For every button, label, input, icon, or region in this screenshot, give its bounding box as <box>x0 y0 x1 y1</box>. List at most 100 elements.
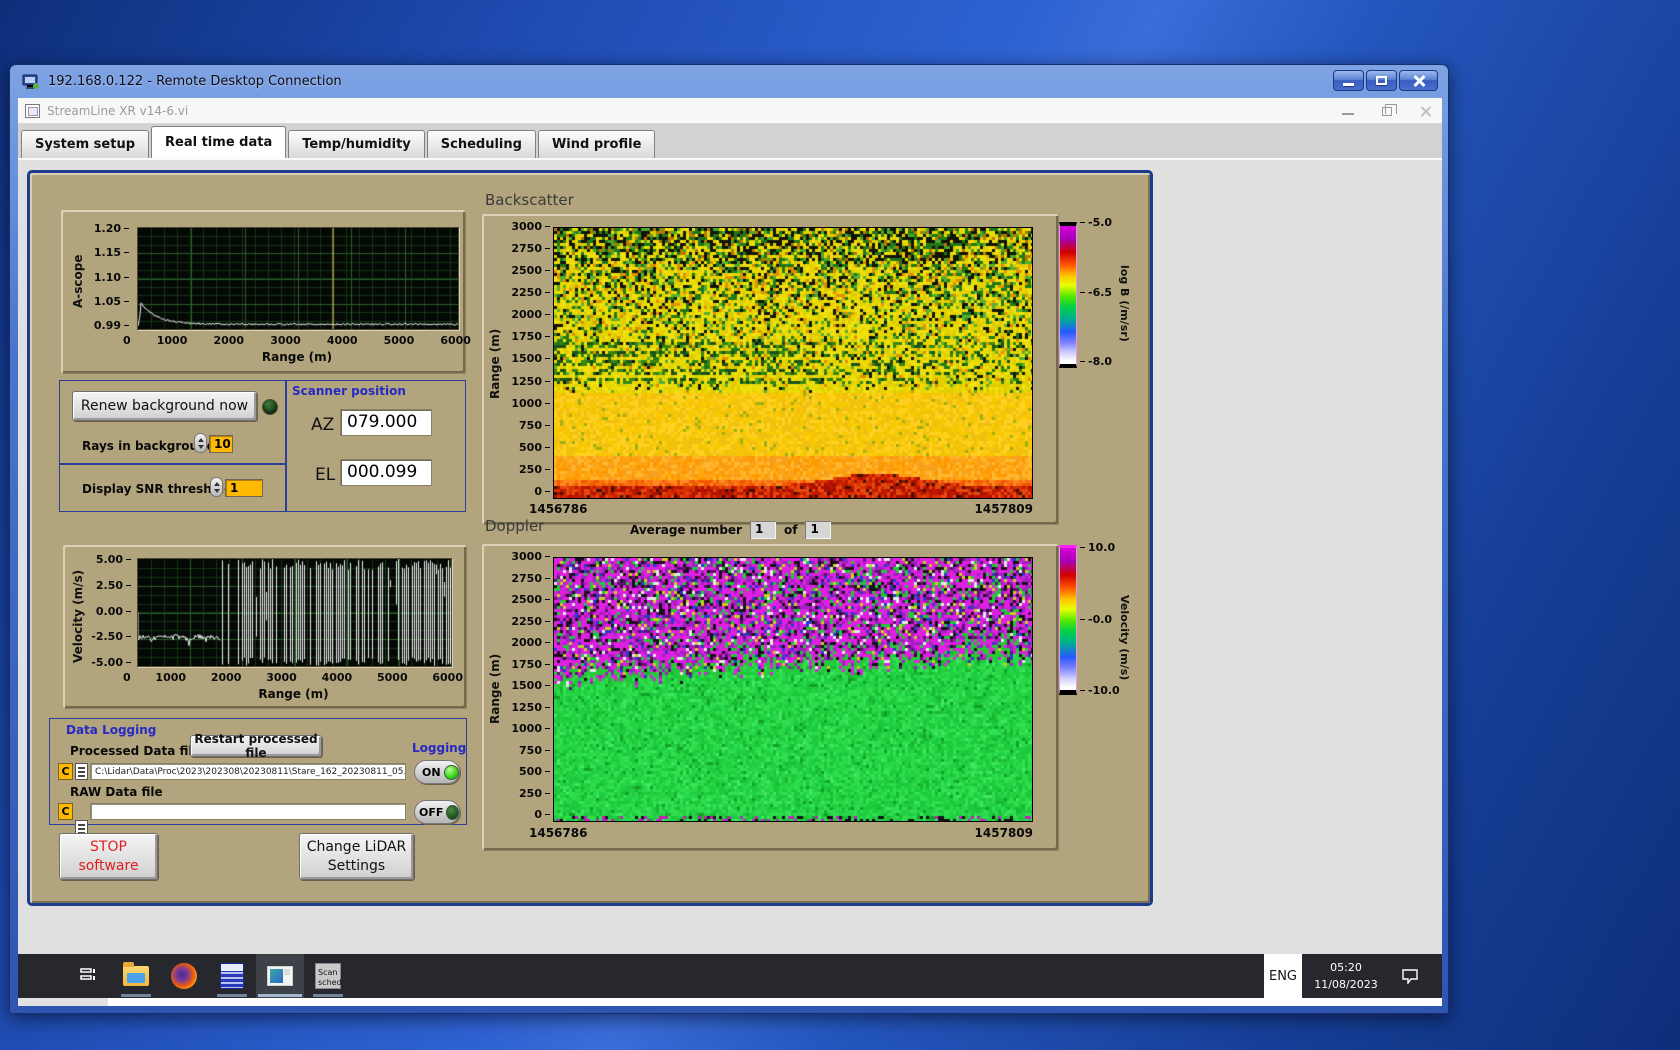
snr-spinner[interactable] <box>210 477 223 497</box>
language-indicator[interactable]: ENG <box>1264 954 1302 998</box>
background-led <box>262 399 278 415</box>
velocity-y-axis-label: Velocity (m/s) <box>71 569 85 663</box>
tick-label: 2000 <box>511 308 550 321</box>
stop-software-button[interactable]: STOP software <box>59 833 158 880</box>
minimize-button[interactable] <box>1333 70 1364 91</box>
tick-label: 2250 <box>511 286 550 299</box>
tick-label: 1750 <box>511 330 550 343</box>
tick-label: 0 <box>534 808 550 821</box>
tick-label: -6.5 <box>1080 286 1112 299</box>
ascope-y-ticks: 1.20 1.15 1.10 1.05 0.99 <box>91 222 129 332</box>
tick-label: 1000 <box>511 722 550 735</box>
ascope-x-axis-label: Range (m) <box>261 350 333 364</box>
processed-path-field[interactable]: C:\Lidar\Data\Proc\2023\202308\20230811\… <box>90 763 406 780</box>
active-window-app-icon <box>267 966 293 986</box>
firefox-icon <box>171 963 197 989</box>
average-number-value[interactable]: 1 <box>749 521 776 539</box>
backscatter-groupbox: Range (m) 3000 2750 2500 2250 2000 1750 1500 12… <box>482 214 1058 524</box>
scan-scheduler-button[interactable]: Scan sched <box>304 954 352 998</box>
rays-value[interactable]: 10 <box>209 435 233 453</box>
app-minimize-icon[interactable] <box>1342 113 1354 115</box>
tick-label: 3000 <box>511 550 550 563</box>
firefox-button[interactable] <box>160 954 208 998</box>
tick-label: 1000 <box>156 334 188 347</box>
restart-processed-file-button[interactable]: Restart processed file <box>190 732 322 760</box>
tick-label: 6000 <box>440 334 471 347</box>
processed-logging-toggle[interactable]: ON <box>414 760 460 784</box>
tick-label: -8.0 <box>1080 355 1112 368</box>
tick-label: 0 <box>123 334 131 347</box>
tick-label: 3000 <box>511 220 550 233</box>
rdp-titlebar[interactable]: 192.168.0.122 - Remote Desktop Connectio… <box>18 65 1440 98</box>
tick-label: 0 <box>534 485 550 498</box>
tab-temp-humidity[interactable]: Temp/humidity <box>288 130 425 158</box>
snr-value[interactable]: 1 <box>225 479 263 497</box>
velocity-canvas <box>138 559 451 666</box>
tick-label: 1.05 <box>94 295 129 308</box>
tick-label: 2750 <box>511 572 550 585</box>
app-close-icon[interactable] <box>1420 105 1432 117</box>
close-button[interactable] <box>1399 70 1438 91</box>
velocity-y-ticks: 5.00 2.50 0.00 -2.50 -5.00 <box>89 553 131 669</box>
scan-scheduler-icon: Scan sched <box>315 963 342 989</box>
tab-strip: System setup Real time data Temp/humidit… <box>18 124 1442 158</box>
rays-spinner[interactable] <box>194 433 207 453</box>
tick-label: 1250 <box>511 701 550 714</box>
maximize-button[interactable] <box>1366 70 1397 91</box>
scanner-position-box: Scanner position AZ 079.000 EL 000.099 <box>286 380 466 512</box>
tick-label: 0 <box>123 671 131 684</box>
clock-time: 05:20 <box>1330 960 1362 974</box>
doppler-colorbar <box>1059 545 1077 695</box>
tick-label: 1.20 <box>94 222 129 235</box>
logging-label: Logging <box>412 741 467 755</box>
file-explorer-button[interactable] <box>112 954 160 998</box>
doppler-colorbar-ticks: 10.0 -0.0 -10.0 <box>1080 541 1120 697</box>
raw-drive-selector[interactable]: C <box>58 803 73 820</box>
tick-label: 1.15 <box>94 246 129 259</box>
app-window-title: StreamLine XR v14-6.vi <box>47 103 189 118</box>
tick-label: 0.99 <box>94 319 129 332</box>
remote-desktop-screen: StreamLine XR v14-6.vi System setup Real… <box>18 98 1442 1006</box>
change-lidar-settings-button[interactable]: Change LiDAR Settings <box>299 833 414 880</box>
processed-drive-selector[interactable]: C <box>58 763 73 780</box>
tick-label: 4000 <box>326 334 358 347</box>
raw-data-file-label: RAW Data file <box>70 785 163 799</box>
raw-path-field[interactable] <box>90 803 406 820</box>
tab-wind-profile[interactable]: Wind profile <box>537 130 656 158</box>
tick-label: 250 <box>519 787 550 800</box>
tick-label: 1000 <box>511 397 550 410</box>
el-value-field[interactable]: 000.099 <box>340 459 432 486</box>
hidden-taskbar-strip <box>108 998 1442 1006</box>
tab-system-setup[interactable]: System setup <box>21 130 150 158</box>
app-titlebar[interactable]: StreamLine XR v14-6.vi <box>18 98 1442 124</box>
ascope-canvas <box>138 228 458 329</box>
tab-real-time-data[interactable]: Real time data <box>151 126 287 158</box>
app-restore-icon[interactable] <box>1382 103 1397 116</box>
active-window-app-button[interactable] <box>256 954 304 998</box>
tick-label: 250 <box>519 463 550 476</box>
az-label: AZ <box>311 415 335 435</box>
tick-label: -5.00 <box>91 656 131 669</box>
tick-label: 1.10 <box>94 271 129 284</box>
tab-scheduling[interactable]: Scheduling <box>426 130 536 158</box>
snr-box: Display SNR threshold 1 <box>59 464 286 512</box>
data-logging-box: Data Logging Processed Data file Restart… <box>49 718 467 837</box>
doppler-x-start: 1456786 <box>529 826 588 840</box>
raw-logging-toggle[interactable]: OFF <box>414 800 460 824</box>
notification-button[interactable] <box>1390 968 1430 984</box>
blue-document-app-button[interactable] <box>208 954 256 998</box>
velocity-x-axis-label: Range (m) <box>258 687 329 701</box>
of-label: of <box>783 523 798 537</box>
clock[interactable]: 05:20 11/08/2023 <box>1302 959 1390 993</box>
tick-label: 500 <box>519 765 550 778</box>
el-label: EL <box>315 465 336 485</box>
az-value-field[interactable]: 079.000 <box>340 409 432 436</box>
processed-browse-icon[interactable] <box>75 763 88 780</box>
tick-label: 5.00 <box>96 553 131 566</box>
task-view-button[interactable] <box>64 954 112 998</box>
renew-background-button[interactable]: Renew background now <box>72 391 257 421</box>
tick-label: 2.50 <box>96 579 131 592</box>
velocity-groupbox: Velocity (m/s) 5.00 2.50 0.00 -2.50 -5.00 0 1… <box>63 545 466 708</box>
taskbar: Scan sched ENG 05:20 11/08/2023 <box>18 954 1442 998</box>
tick-label: 2500 <box>511 264 550 277</box>
